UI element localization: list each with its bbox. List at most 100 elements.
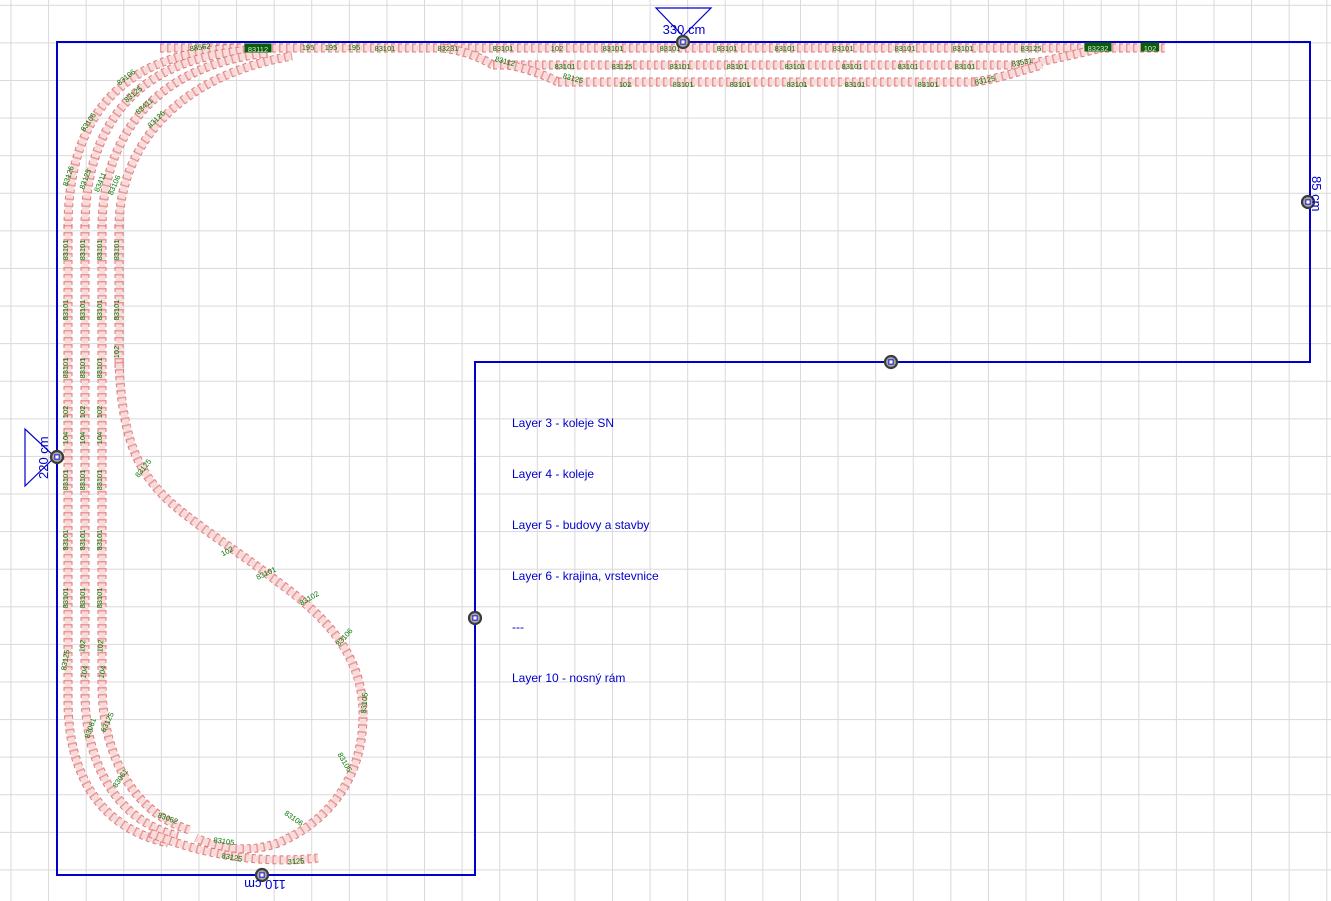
track-part-label: 83101 xyxy=(785,62,806,71)
svg-text:83112: 83112 xyxy=(248,45,268,54)
svg-text:83101: 83101 xyxy=(670,62,691,71)
svg-text:83101: 83101 xyxy=(78,470,87,491)
svg-text:83101: 83101 xyxy=(717,44,738,53)
track-part-label: 83101 xyxy=(375,44,396,53)
track-part-label: 102 xyxy=(112,346,121,359)
reference-point-marker[interactable] xyxy=(51,451,63,463)
track-part-label: 83101 xyxy=(61,588,70,609)
track-part-label: 83101 xyxy=(555,62,576,71)
track-plan-canvas[interactable]: 8856283112195195195831018323183101102831… xyxy=(0,0,1331,901)
track-part-label: 83101 xyxy=(833,44,854,53)
svg-text:83106: 83106 xyxy=(283,809,305,828)
track-part-label: 104 xyxy=(95,432,104,445)
svg-text:104: 104 xyxy=(95,432,104,445)
track-part-label: 83101 xyxy=(95,470,104,491)
track-part-label: 83125 xyxy=(974,74,996,87)
track-part-label: 102 xyxy=(619,80,632,89)
svg-text:83231: 83231 xyxy=(438,44,459,53)
track-part-label: 83101 xyxy=(78,530,87,551)
track-part-label: 83101 xyxy=(673,80,694,89)
track-part-label: 195 xyxy=(325,43,338,52)
layer-legend-item: --- xyxy=(512,619,659,636)
svg-text:83101: 83101 xyxy=(785,62,806,71)
svg-text:83232: 83232 xyxy=(1088,44,1109,53)
svg-text:83101: 83101 xyxy=(95,530,104,551)
baseboard-frame[interactable] xyxy=(57,42,1310,875)
svg-text:83101: 83101 xyxy=(95,240,104,261)
svg-text:3125: 3125 xyxy=(287,856,304,866)
svg-text:83101: 83101 xyxy=(673,80,694,89)
svg-text:83101: 83101 xyxy=(953,44,974,53)
svg-text:83125: 83125 xyxy=(974,74,996,87)
track-part-label: 83101 xyxy=(775,44,796,53)
svg-text:83101: 83101 xyxy=(895,44,916,53)
svg-text:102: 102 xyxy=(112,346,121,359)
layer-legend: Layer 3 - koleje SN Layer 4 - koleje Lay… xyxy=(512,381,659,704)
svg-text:83101: 83101 xyxy=(112,240,121,261)
track-part-label: 102 xyxy=(77,639,87,652)
svg-text:83101: 83101 xyxy=(78,588,87,609)
track-part-label: 102 xyxy=(61,406,70,419)
reference-point-marker[interactable] xyxy=(469,612,481,624)
track-part-label: 83101 xyxy=(78,300,87,321)
svg-text:83101: 83101 xyxy=(78,240,87,261)
track-part-label: 195 xyxy=(348,43,361,52)
track-part-label: 83101 xyxy=(953,44,974,53)
track-part-label: 83101 xyxy=(61,300,70,321)
reference-point-marker[interactable] xyxy=(677,36,689,48)
svg-text:83101: 83101 xyxy=(603,44,624,53)
svg-text:104: 104 xyxy=(78,432,87,445)
track-part-label: 83101 xyxy=(112,300,121,321)
reference-point-marker[interactable] xyxy=(885,356,897,368)
svg-text:83101: 83101 xyxy=(775,44,796,53)
track-part-label: 83101 xyxy=(78,588,87,609)
dimension-label-left: 220 cm xyxy=(36,436,51,479)
track-part-label: 83101 xyxy=(112,240,121,261)
layer-legend-item: Layer 4 - koleje xyxy=(512,466,659,483)
track-part-label: 83101 xyxy=(730,80,751,89)
track-part-label: 102 xyxy=(1141,43,1159,53)
layer-legend-item: Layer 10 - nosný rám xyxy=(512,670,659,687)
track-part-label: 83101 xyxy=(61,470,70,491)
track-part-label: 83106 xyxy=(283,809,305,828)
svg-text:83106: 83106 xyxy=(336,751,354,774)
svg-text:83101: 83101 xyxy=(61,240,70,261)
track-part-label: 102 xyxy=(551,44,564,53)
svg-text:102: 102 xyxy=(95,406,104,419)
svg-text:195: 195 xyxy=(348,43,361,52)
svg-text:83101: 83101 xyxy=(918,80,939,89)
track-part-label: 83101 xyxy=(895,44,916,53)
track-part-label: 83101 xyxy=(603,44,624,53)
svg-text:83101: 83101 xyxy=(730,80,751,89)
track-part-label: 83101 xyxy=(61,240,70,261)
svg-text:102: 102 xyxy=(1144,44,1157,53)
track-part-label: 83101 xyxy=(787,80,808,89)
track-part-label: 83101 xyxy=(61,358,70,379)
track-part-label: 83101 xyxy=(955,62,976,71)
track-part-label: 104 xyxy=(78,432,87,445)
svg-text:83101: 83101 xyxy=(842,62,863,71)
svg-text:83101: 83101 xyxy=(78,530,87,551)
track-piece[interactable] xyxy=(119,362,363,849)
svg-text:102: 102 xyxy=(619,80,632,89)
track-part-label: 83101 xyxy=(95,300,104,321)
track-part-label: 83101 xyxy=(727,62,748,71)
track-part-label: 83101 xyxy=(61,530,70,551)
track-part-label: 83106 xyxy=(336,751,354,774)
svg-text:104: 104 xyxy=(61,432,70,445)
track-part-label: 83101 xyxy=(95,530,104,551)
svg-text:83125: 83125 xyxy=(612,62,633,71)
svg-text:83101: 83101 xyxy=(61,530,70,551)
svg-text:195: 195 xyxy=(325,43,338,52)
track-part-label: 83101 xyxy=(95,588,104,609)
svg-text:83101: 83101 xyxy=(845,80,866,89)
svg-text:83101: 83101 xyxy=(95,470,104,491)
svg-text:102: 102 xyxy=(551,44,564,53)
baseboard-outline[interactable] xyxy=(57,42,1310,875)
reference-markers[interactable] xyxy=(51,36,1314,881)
track-part-label: 104 xyxy=(61,432,70,445)
svg-text:83101: 83101 xyxy=(78,300,87,321)
track-part-label: 83232 xyxy=(1085,43,1112,53)
svg-text:83101: 83101 xyxy=(78,358,87,379)
svg-text:83101: 83101 xyxy=(787,80,808,89)
